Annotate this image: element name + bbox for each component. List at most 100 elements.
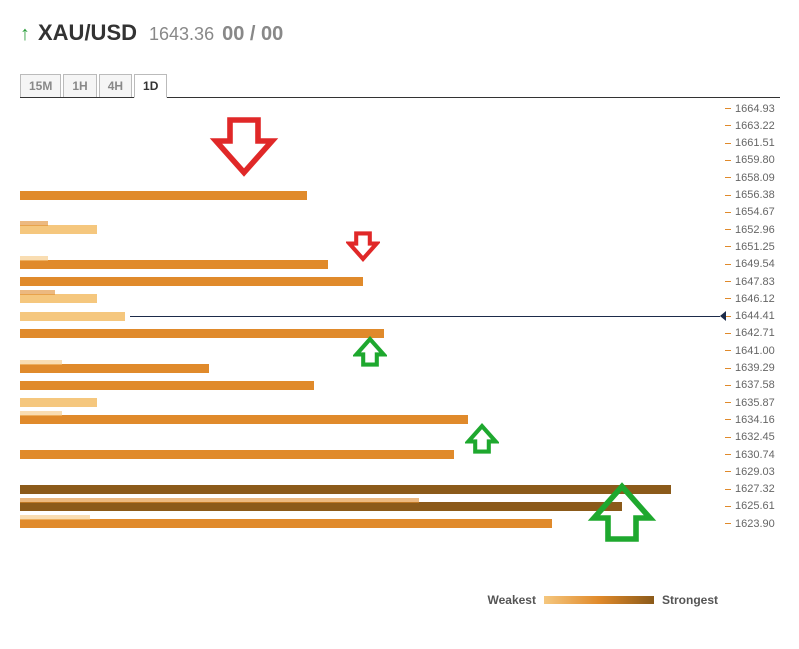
strength-bar [20, 225, 97, 234]
price-tick-label: 1630.74 [735, 449, 780, 461]
price-tick-label: 1644.41 [735, 310, 780, 322]
strength-bar [20, 415, 468, 424]
price-tick: 1649.54 [725, 256, 780, 273]
price-row: 1634.16 [20, 411, 780, 428]
price-tick-label: 1659.80 [735, 154, 780, 166]
strength-bar [20, 398, 97, 407]
price-tick-label: 1639.29 [735, 362, 780, 374]
price-tick-label: 1635.87 [735, 397, 780, 409]
strength-bar-secondary [20, 360, 62, 365]
current-price-line [130, 316, 720, 317]
price-row: 1639.29 [20, 360, 780, 377]
strength-bar [20, 312, 125, 321]
price-tick: 1647.83 [725, 273, 780, 290]
price-tick: 1629.03 [725, 463, 780, 480]
price-row: 1630.74 [20, 446, 780, 463]
strength-bar [20, 450, 454, 459]
strength-bar [20, 260, 328, 269]
price-tick: 1630.74 [725, 446, 780, 463]
strength-legend: Weakest Strongest [488, 593, 719, 607]
price-tick: 1639.29 [725, 360, 780, 377]
instrument-pair: XAU/USD [38, 20, 137, 46]
chart-header: ↑ XAU/USD 1643.36 00 / 00 [20, 20, 789, 46]
price-tick-label: 1664.93 [735, 103, 780, 115]
tab-15m[interactable]: 15M [20, 74, 61, 98]
price-row: 1652.96 [20, 221, 780, 238]
price-tick: 1637.58 [725, 377, 780, 394]
strength-bar [20, 519, 552, 528]
up-arrow-icon [353, 334, 387, 373]
price-tick-label: 1651.25 [735, 241, 780, 253]
legend-gradient [544, 596, 654, 604]
strength-bar [20, 502, 622, 511]
up-arrow-icon [465, 421, 499, 460]
tab-1d[interactable]: 1D [134, 74, 167, 98]
price-row: 1651.25 [20, 238, 780, 255]
price-row: 1627.32 [20, 481, 780, 498]
strength-bar-secondary [20, 498, 419, 503]
price-row: 1658.09 [20, 169, 780, 186]
strength-bar [20, 381, 314, 390]
price-row: 1664.93 [20, 100, 780, 117]
price-tick-label: 1656.38 [735, 189, 780, 201]
price-tick-label: 1642.71 [735, 327, 780, 339]
price-tick: 1623.90 [725, 515, 780, 532]
strength-bar-secondary [20, 290, 55, 295]
price-tick-label: 1641.00 [735, 345, 780, 357]
strength-bar [20, 191, 307, 200]
tab-1h[interactable]: 1H [63, 74, 96, 98]
strength-bar [20, 485, 671, 494]
price-row: 1656.38 [20, 187, 780, 204]
price-tick: 1658.09 [725, 169, 780, 186]
price-tick: 1651.25 [725, 238, 780, 255]
price-row: 1646.12 [20, 290, 780, 307]
price-tick-label: 1627.32 [735, 483, 780, 495]
price-tick: 1663.22 [725, 117, 780, 134]
price-row: 1629.03 [20, 463, 780, 480]
confluence-ratio: 00 / 00 [222, 23, 283, 46]
strength-bar [20, 294, 97, 303]
price-row: 1647.83 [20, 273, 780, 290]
legend-weakest-label: Weakest [488, 593, 536, 607]
direction-up-icon: ↑ [20, 23, 30, 46]
price-tick: 1656.38 [725, 187, 780, 204]
current-price-caret-icon [720, 311, 726, 321]
price-tick: 1644.41 [725, 308, 780, 325]
down-arrow-icon [346, 230, 380, 269]
price-row: 1663.22 [20, 117, 780, 134]
price-tick: 1632.45 [725, 429, 780, 446]
price-row: 1637.58 [20, 377, 780, 394]
up-arrow-icon [587, 476, 657, 551]
price-tick-label: 1654.67 [735, 206, 780, 218]
price-row: 1641.00 [20, 342, 780, 359]
price-tick-label: 1661.51 [735, 137, 780, 149]
price-tick-label: 1625.61 [735, 500, 780, 512]
tab-4h[interactable]: 4H [99, 74, 132, 98]
price-tick: 1654.67 [725, 204, 780, 221]
price-row: 1661.51 [20, 135, 780, 152]
price-tick-label: 1629.03 [735, 466, 780, 478]
strength-bar-secondary [20, 221, 48, 226]
confluence-chart: Weakest Strongest 1664.93 1663.22 1661.51 1… [20, 97, 780, 607]
price-row: 1659.80 [20, 152, 780, 169]
price-tick-label: 1634.16 [735, 414, 780, 426]
price-tick: 1641.00 [725, 342, 780, 359]
price-tick-label: 1646.12 [735, 293, 780, 305]
price-tick-label: 1663.22 [735, 120, 780, 132]
price-row: 1632.45 [20, 429, 780, 446]
price-tick-label: 1658.09 [735, 172, 780, 184]
price-tick: 1646.12 [725, 290, 780, 307]
price-row: 1625.61 [20, 498, 780, 515]
strength-bar-secondary [20, 411, 62, 416]
last-price: 1643.36 [149, 24, 214, 45]
strength-bar [20, 364, 209, 373]
price-row: 1649.54 [20, 256, 780, 273]
price-row: 1654.67 [20, 204, 780, 221]
price-tick-label: 1632.45 [735, 431, 780, 443]
strength-bar-secondary [20, 515, 90, 520]
price-tick: 1642.71 [725, 325, 780, 342]
price-tick: 1652.96 [725, 221, 780, 238]
price-tick: 1634.16 [725, 411, 780, 428]
strength-bar [20, 277, 363, 286]
strength-bar-secondary [20, 256, 48, 261]
